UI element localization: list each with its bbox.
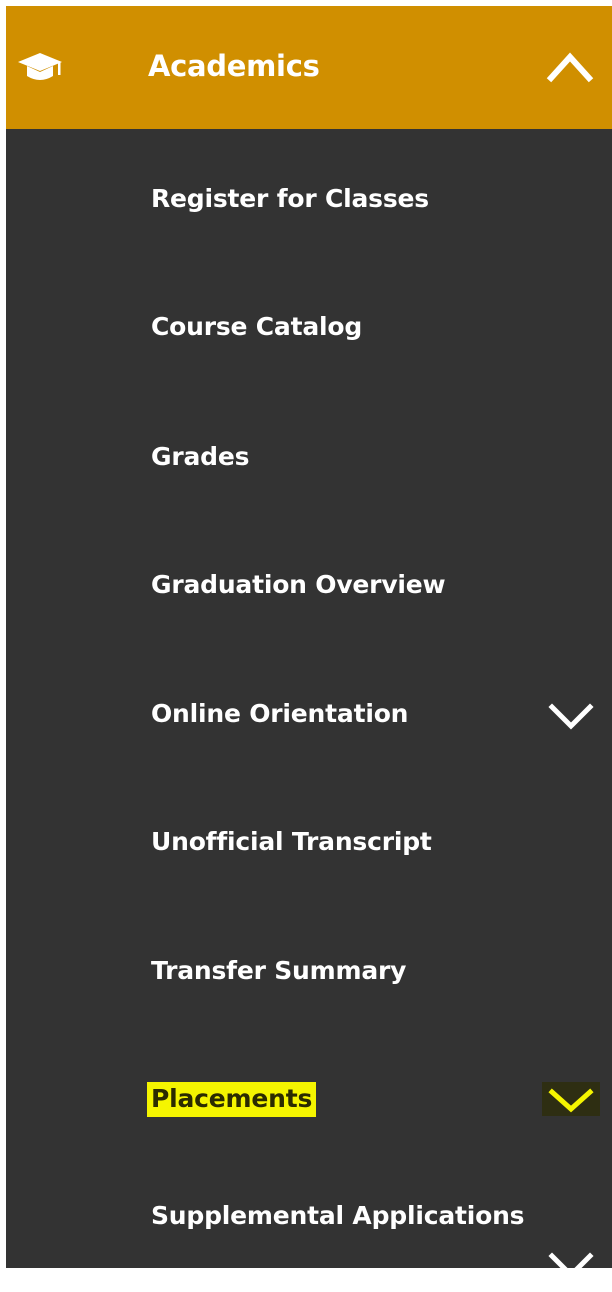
academics-nav-menu: Academics Register for Classes Course Ca…: [6, 6, 612, 1279]
menu-item-graduation-overview[interactable]: Graduation Overview: [6, 522, 612, 648]
menu-item-label: Online Orientation: [151, 699, 409, 728]
menu-item-label: Supplemental Applications: [151, 1201, 525, 1230]
highlighted-label: Placements: [147, 1082, 317, 1117]
menu-item-course-catalog[interactable]: Course Catalog: [6, 264, 612, 390]
menu-item-label: Course Catalog: [151, 312, 363, 341]
menu-item-label: Grades: [151, 442, 250, 471]
graduation-cap-icon: [18, 53, 62, 80]
menu-item-label: Transfer Summary: [151, 956, 407, 985]
menu-item-supplemental-applications[interactable]: Supplemental Applications: [6, 1166, 612, 1292]
menu-item-label: Register for Classes: [151, 184, 429, 213]
academics-section-header[interactable]: Academics: [6, 6, 612, 129]
menu-item-grades[interactable]: Grades: [6, 394, 612, 520]
chevron-up-icon[interactable]: [535, 43, 605, 89]
chevron-down-icon[interactable]: [544, 697, 598, 733]
menu-item-placements[interactable]: Placements: [6, 1036, 612, 1162]
menu-item-online-orientation[interactable]: Online Orientation: [6, 651, 612, 777]
chevron-down-icon[interactable]: [544, 1082, 598, 1118]
section-title: Academics: [148, 49, 320, 83]
menu-item-label: Unofficial Transcript: [151, 827, 432, 856]
menu-item-transfer-summary[interactable]: Transfer Summary: [6, 908, 612, 1034]
menu-item-label: Graduation Overview: [151, 570, 446, 599]
chevron-down-icon[interactable]: [544, 1246, 598, 1282]
menu-item-label: Placements: [147, 1036, 317, 1162]
menu-item-unofficial-transcript[interactable]: Unofficial Transcript: [6, 779, 612, 905]
menu-item-register-for-classes[interactable]: Register for Classes: [6, 136, 612, 262]
